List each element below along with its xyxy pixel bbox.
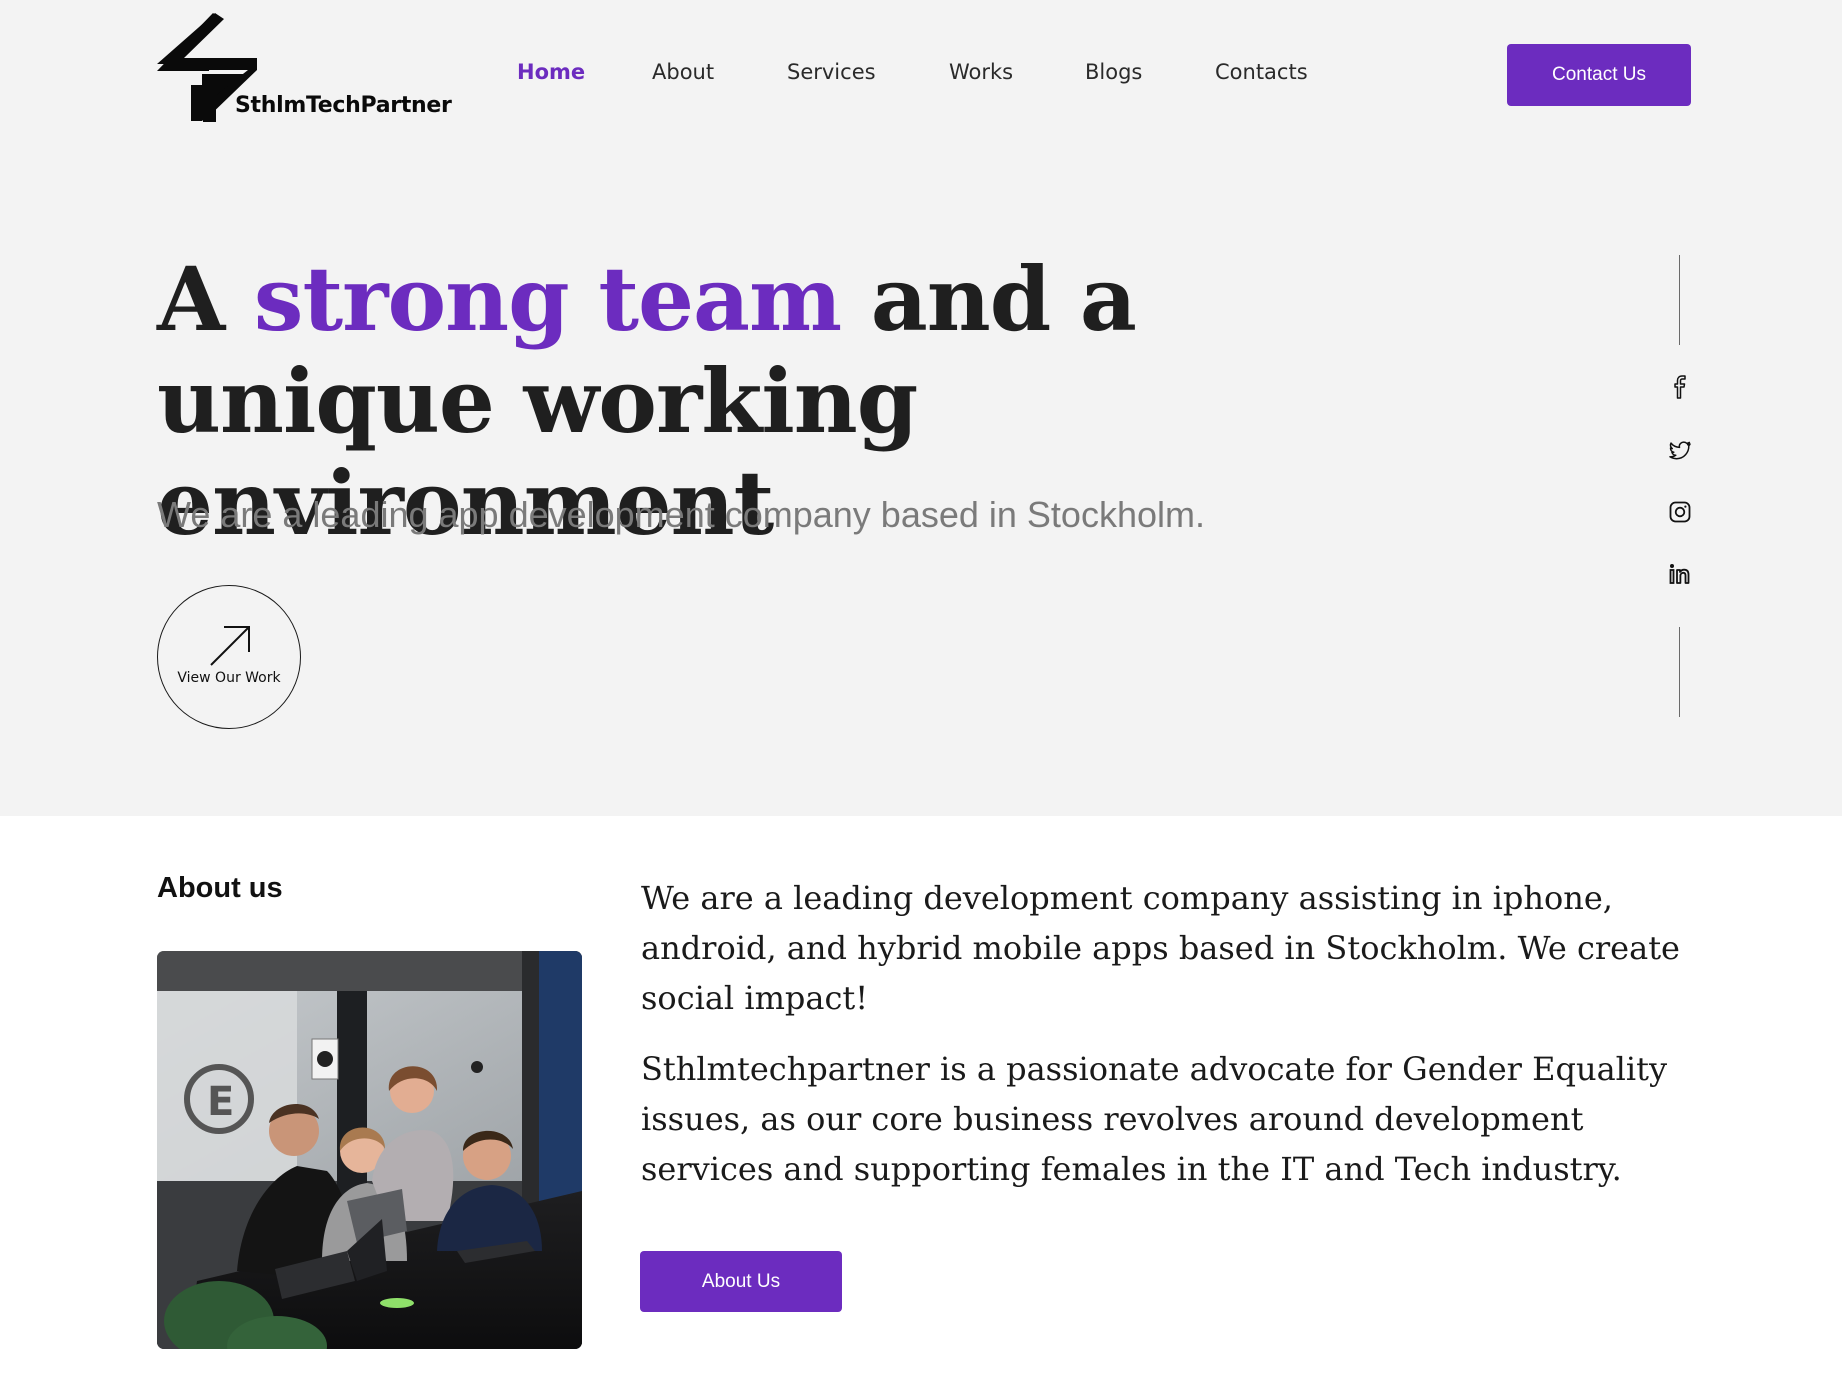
arrow-up-right-icon <box>210 626 250 666</box>
nav-item-services[interactable]: Services <box>787 60 876 84</box>
twitter-icon[interactable] <box>1668 439 1692 463</box>
team-photo: E <box>157 951 582 1349</box>
social-divider-bottom <box>1679 627 1680 717</box>
brand-name: SthlmTechPartner <box>235 93 452 118</box>
about-paragraph-1: We are a leading development company ass… <box>641 879 1680 1017</box>
about-heading: About us <box>157 872 283 904</box>
about-paragraph-2: Sthlmtechpartner is a passionate advocat… <box>641 1050 1668 1188</box>
view-our-work-label: View Our Work <box>177 670 281 686</box>
svg-text:E: E <box>207 1079 234 1125</box>
headline-accent: strong team <box>253 247 842 351</box>
nav-item-about[interactable]: About <box>652 60 714 84</box>
headline-before: A <box>157 247 254 351</box>
nav-item-blogs[interactable]: Blogs <box>1085 60 1142 84</box>
nav-item-works[interactable]: Works <box>949 60 1013 84</box>
hero-section: SthlmTechPartner Home About Services Wor… <box>0 0 1842 816</box>
contact-us-button[interactable]: Contact Us <box>1507 44 1691 106</box>
about-us-button[interactable]: About Us <box>640 1251 842 1312</box>
social-links <box>1660 255 1700 717</box>
linkedin-icon[interactable] <box>1668 562 1692 586</box>
hero-subtitle: We are a leading app development company… <box>157 494 1205 535</box>
facebook-icon[interactable] <box>1668 375 1692 399</box>
instagram-icon[interactable] <box>1668 500 1692 524</box>
view-our-work-button[interactable]: View Our Work <box>157 585 301 729</box>
nav-item-contacts[interactable]: Contacts <box>1215 60 1308 84</box>
nav-item-home[interactable]: Home <box>517 60 585 84</box>
social-divider-top <box>1679 255 1680 345</box>
